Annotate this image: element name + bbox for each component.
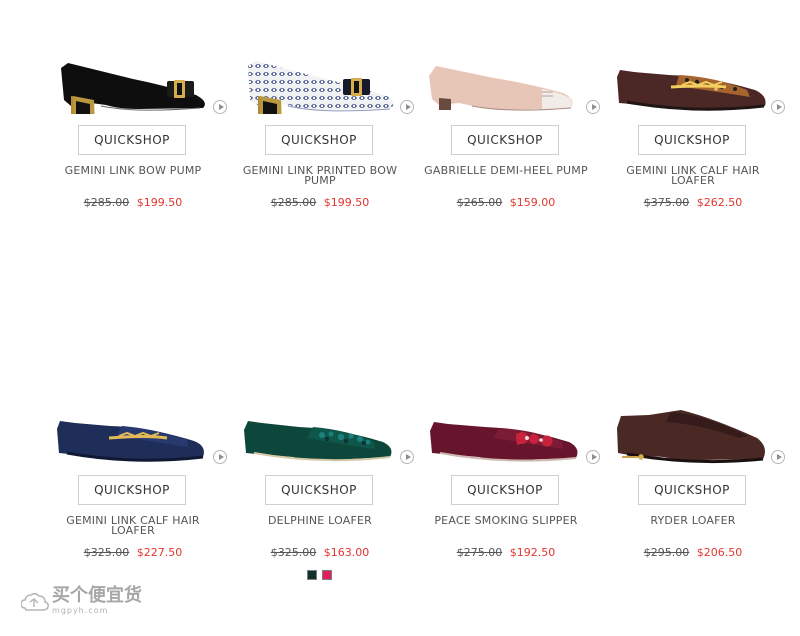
- product-name[interactable]: GEMINI LINK PRINTED BOW PUMP: [235, 165, 405, 186]
- brown-ryder-loafer-image[interactable]: [603, 380, 783, 464]
- price-block: $325.00 $227.50: [53, 546, 213, 560]
- product-card-peace-smoking-slipper[interactable]: QUICKSHOP PEACE SMOKING SLIPPER $275.00 …: [416, 350, 602, 600]
- burgundy-smoking-slipper-image[interactable]: [416, 380, 596, 464]
- original-price: $295.00: [643, 546, 690, 559]
- play-video-icon[interactable]: [400, 450, 414, 464]
- product-grid: QUICKSHOP GEMINI LINK BOW PUMP $285.00 $…: [0, 0, 800, 636]
- green-color-swatch[interactable]: [307, 570, 317, 580]
- original-price: $375.00: [643, 196, 690, 209]
- blush-demi-heel-pump-image[interactable]: [416, 30, 596, 114]
- play-video-icon[interactable]: [771, 450, 785, 464]
- green-jeweled-loafer-image[interactable]: [230, 380, 410, 464]
- navy-calf-hair-loafer-image[interactable]: [43, 380, 223, 464]
- product-card-gemini-link-calf-hair-loafer[interactable]: QUICKSHOP GEMINI LINK CALF HAIR LOAFER $…: [603, 0, 789, 250]
- watermark-main-text: 买个便宜货: [52, 585, 142, 606]
- delphine-color-swatches: [307, 570, 337, 582]
- quickshop-button[interactable]: QUICKSHOP: [451, 475, 559, 505]
- original-price: $325.00: [83, 546, 130, 559]
- play-video-icon[interactable]: [400, 100, 414, 114]
- pink-color-swatch[interactable]: [322, 570, 332, 580]
- cloud-logo-icon: [21, 592, 49, 611]
- price-block: $295.00 $206.50: [613, 546, 773, 560]
- product-name[interactable]: GEMINI LINK BOW PUMP: [48, 165, 218, 176]
- play-video-icon[interactable]: [213, 450, 227, 464]
- quickshop-button[interactable]: QUICKSHOP: [638, 125, 746, 155]
- original-price: $275.00: [456, 546, 503, 559]
- black-bow-pump-image[interactable]: [43, 30, 223, 114]
- original-price: $285.00: [83, 196, 130, 209]
- product-card-gemini-link-printed-bow-pump[interactable]: QUICKSHOP GEMINI LINK PRINTED BOW PUMP $…: [230, 0, 416, 250]
- sale-price: $159.00: [509, 196, 556, 209]
- play-video-icon[interactable]: [586, 450, 600, 464]
- sale-price: $199.50: [323, 196, 370, 209]
- quickshop-button[interactable]: QUICKSHOP: [78, 475, 186, 505]
- product-name[interactable]: RYDER LOAFER: [608, 515, 778, 526]
- sale-price: $227.50: [136, 546, 183, 559]
- price-block: $285.00 $199.50: [53, 196, 213, 210]
- product-card-delphine-loafer[interactable]: QUICKSHOP DELPHINE LOAFER $325.00 $163.0…: [230, 350, 416, 600]
- leopard-calf-hair-loafer-image[interactable]: [603, 30, 783, 114]
- quickshop-button[interactable]: QUICKSHOP: [78, 125, 186, 155]
- sale-price: $206.50: [696, 546, 743, 559]
- play-video-icon[interactable]: [771, 100, 785, 114]
- quickshop-button[interactable]: QUICKSHOP: [265, 125, 373, 155]
- original-price: $285.00: [270, 196, 317, 209]
- printed-bow-pump-image[interactable]: [230, 30, 410, 114]
- sale-price: $262.50: [696, 196, 743, 209]
- product-name[interactable]: GEMINI LINK CALF HAIR LOAFER: [48, 515, 218, 536]
- quickshop-button[interactable]: QUICKSHOP: [638, 475, 746, 505]
- product-card-navy-gemini-link-calf-hair-loafer[interactable]: QUICKSHOP GEMINI LINK CALF HAIR LOAFER $…: [43, 350, 229, 600]
- quickshop-button[interactable]: QUICKSHOP: [451, 125, 559, 155]
- product-card-gabrielle-demi-heel-pump[interactable]: QUICKSHOP GABRIELLE DEMI-HEEL PUMP $265.…: [416, 0, 602, 250]
- price-block: $375.00 $262.50: [613, 196, 773, 210]
- price-block: $265.00 $159.00: [426, 196, 586, 210]
- sale-price: $199.50: [136, 196, 183, 209]
- quickshop-button[interactable]: QUICKSHOP: [265, 475, 373, 505]
- product-name[interactable]: GABRIELLE DEMI-HEEL PUMP: [421, 165, 591, 176]
- price-block: $275.00 $192.50: [426, 546, 586, 560]
- sale-price: $192.50: [509, 546, 556, 559]
- price-block: $285.00 $199.50: [240, 196, 400, 210]
- play-video-icon[interactable]: [213, 100, 227, 114]
- product-card-ryder-loafer[interactable]: QUICKSHOP RYDER LOAFER $295.00 $206.50: [603, 350, 789, 600]
- original-price: $325.00: [270, 546, 317, 559]
- product-card-gemini-link-bow-pump[interactable]: QUICKSHOP GEMINI LINK BOW PUMP $285.00 $…: [43, 0, 229, 250]
- original-price: $265.00: [456, 196, 503, 209]
- product-name[interactable]: DELPHINE LOAFER: [235, 515, 405, 526]
- play-video-icon[interactable]: [586, 100, 600, 114]
- price-block: $325.00 $163.00: [240, 546, 400, 560]
- watermark-url: mgpyh.com: [52, 606, 109, 615]
- sale-price: $163.00: [323, 546, 370, 559]
- product-name[interactable]: GEMINI LINK CALF HAIR LOAFER: [608, 165, 778, 186]
- product-name[interactable]: PEACE SMOKING SLIPPER: [421, 515, 591, 526]
- site-watermark: 买个便宜货 mgpyh.com: [21, 585, 146, 619]
